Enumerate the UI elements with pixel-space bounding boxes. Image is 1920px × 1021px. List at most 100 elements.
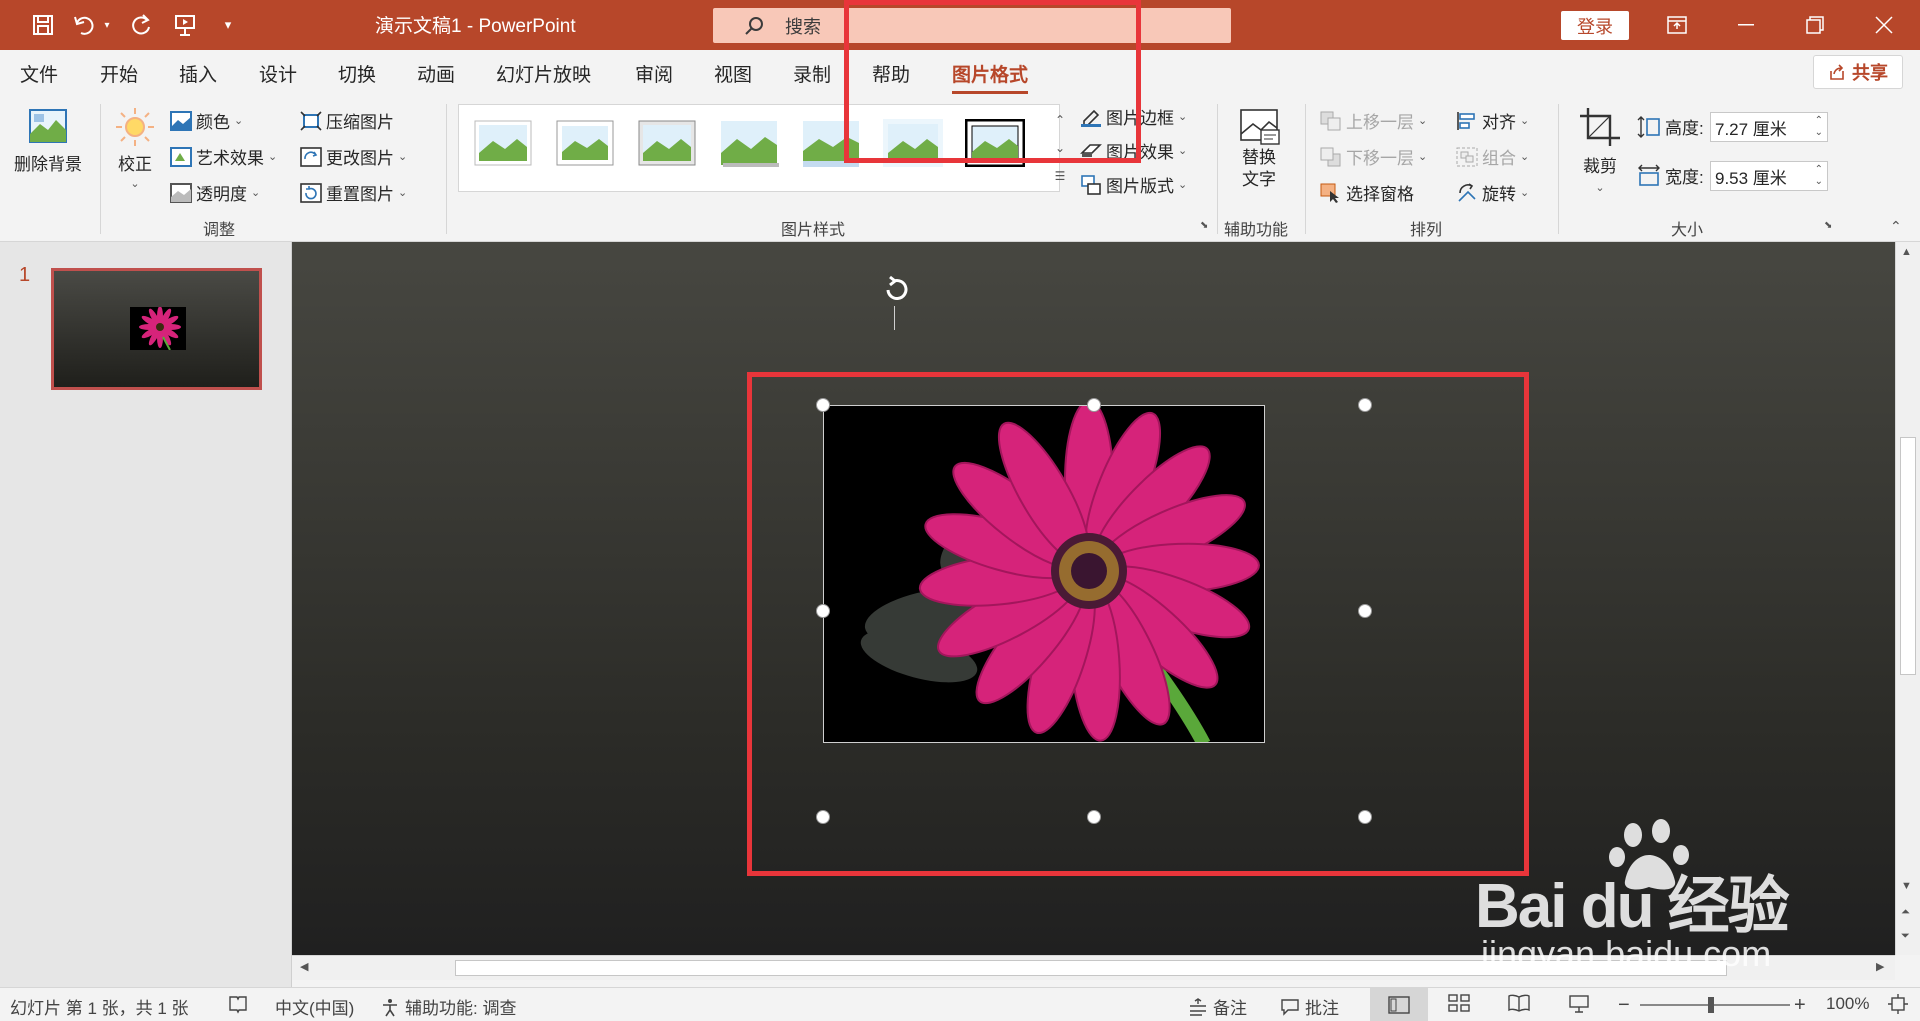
tab-transitions[interactable]: 切换	[338, 60, 376, 87]
width-field[interactable]: 9.53 厘米 ⌃ ⌄	[1710, 161, 1828, 191]
search-input[interactable]: 搜索	[713, 8, 1231, 43]
scroll-right-icon[interactable]: ▶	[1876, 960, 1884, 973]
tab-home[interactable]: 开始	[100, 60, 138, 87]
rotate-button[interactable]: 旋转 ⌄	[1456, 180, 1529, 205]
minimize-icon[interactable]	[1723, 8, 1769, 42]
zoom-slider-thumb[interactable]	[1708, 997, 1714, 1013]
scroll-up-icon[interactable]: ▲	[1901, 246, 1912, 258]
ribbon-display-options-icon[interactable]	[1654, 8, 1700, 42]
picture-effects-button[interactable]: 图片效果 ⌄	[1080, 138, 1187, 163]
language-indicator[interactable]: 中文(中国)	[275, 994, 354, 1019]
tab-animations[interactable]: 动画	[417, 60, 455, 87]
compress-pictures-button[interactable]: 压缩图片	[300, 108, 394, 133]
align-button[interactable]: 对齐 ⌄	[1456, 108, 1529, 133]
scroll-down-icon[interactable]: ▼	[1901, 880, 1912, 892]
resize-handle[interactable]	[1358, 810, 1372, 824]
undo-icon[interactable]	[70, 10, 100, 40]
flower-picture[interactable]	[823, 405, 1265, 743]
collapse-ribbon-icon[interactable]: ⌃	[1890, 218, 1902, 235]
remove-background-button[interactable]: 删除背景	[14, 106, 82, 175]
tab-help[interactable]: 帮助	[872, 60, 910, 87]
picture-styles-gallery[interactable]	[458, 104, 1060, 192]
slide-sorter-view-icon[interactable]	[1448, 994, 1470, 1012]
spellcheck-icon[interactable]	[228, 994, 248, 1014]
share-button[interactable]: 共享	[1813, 55, 1903, 89]
height-label: 高度:	[1665, 119, 1704, 138]
scroll-left-icon[interactable]: ◀	[300, 960, 308, 973]
chevron-down-icon: ⌄	[1418, 151, 1428, 163]
next-slide-icon[interactable]: ⏷	[1901, 930, 1910, 943]
zoom-slider[interactable]	[1640, 1004, 1790, 1006]
close-icon[interactable]	[1861, 8, 1907, 42]
normal-view-button[interactable]	[1370, 988, 1428, 1021]
change-picture-button[interactable]: 更改图片 ⌄	[300, 144, 407, 169]
picture-style-thumbnail[interactable]	[473, 119, 533, 167]
zoom-level[interactable]: 100%	[1826, 994, 1869, 1014]
send-backward-button[interactable]: 下移一层 ⌄	[1320, 144, 1427, 169]
picture-style-thumbnail[interactable]	[637, 119, 697, 167]
redo-icon[interactable]	[126, 10, 156, 40]
tab-record[interactable]: 录制	[793, 60, 831, 87]
gallery-more-icon[interactable]: ☰	[1050, 162, 1070, 190]
resize-handle[interactable]	[816, 398, 830, 412]
tab-picture-format[interactable]: 图片格式	[952, 60, 1029, 94]
tab-view[interactable]: 视图	[714, 60, 752, 87]
picture-style-thumbnail[interactable]	[965, 119, 1025, 167]
resize-handle[interactable]	[1087, 810, 1101, 824]
picture-layout-button[interactable]: 图片版式 ⌄	[1080, 172, 1187, 197]
rotate-handle-icon[interactable]	[880, 274, 912, 306]
group-objects-button[interactable]: 组合 ⌄	[1456, 144, 1529, 169]
save-icon[interactable]	[28, 10, 58, 40]
tab-slideshow[interactable]: 幻灯片放映	[496, 60, 591, 87]
picture-border-button[interactable]: 图片边框 ⌄	[1080, 104, 1187, 129]
previous-slide-icon[interactable]: ⏶	[1901, 906, 1910, 919]
gallery-scroll-down-icon[interactable]: ⌄	[1050, 134, 1070, 162]
color-button[interactable]: 颜色 ⌄	[170, 108, 243, 133]
size-launcher-icon[interactable]: ⬊	[1824, 220, 1832, 231]
tab-design[interactable]: 设计	[259, 60, 297, 87]
resize-handle[interactable]	[816, 810, 830, 824]
corrections-button[interactable]: 校正 ⌄	[114, 106, 156, 190]
alt-text-button[interactable]: 替换 文字	[1237, 108, 1281, 190]
slideshow-view-icon[interactable]	[1568, 994, 1590, 1014]
height-spinner-icon[interactable]: ⌃ ⌄	[1815, 115, 1823, 139]
crop-button[interactable]: 裁剪 ⌄	[1578, 106, 1622, 194]
undo-dropdown-icon[interactable]: ▾	[100, 10, 114, 40]
selection-pane-button[interactable]: 选择窗格	[1320, 180, 1414, 205]
reading-view-icon[interactable]	[1508, 994, 1530, 1012]
accessibility-status[interactable]: 辅助功能: 调查	[380, 994, 516, 1019]
vertical-scroll-thumb[interactable]	[1900, 437, 1916, 675]
tab-review[interactable]: 审阅	[635, 60, 673, 87]
zoom-out-icon[interactable]: −	[1618, 994, 1630, 1017]
bring-forward-button[interactable]: 上移一层 ⌄	[1320, 108, 1427, 133]
zoom-in-icon[interactable]: +	[1794, 994, 1806, 1017]
tab-insert[interactable]: 插入	[179, 60, 217, 87]
picture-style-thumbnail[interactable]	[719, 119, 779, 167]
present-from-start-icon[interactable]	[170, 10, 200, 40]
picture-style-thumbnail[interactable]	[883, 119, 943, 167]
notes-button[interactable]: 备注	[1188, 994, 1247, 1019]
ribbon: 删除背景 校正 ⌄ 颜色 ⌄ 艺术效果 ⌄ 透明度 ⌄ 压缩图片 更改图片 ⌄ 重置图片…	[0, 96, 1920, 242]
height-field[interactable]: 7.27 厘米 ⌃ ⌄	[1710, 112, 1828, 142]
slide-thumbnail[interactable]	[51, 268, 262, 390]
reset-picture-button[interactable]: 重置图片 ⌄	[300, 180, 407, 205]
resize-handle[interactable]	[816, 604, 830, 618]
gallery-scroll-up-icon[interactable]: ⌃	[1050, 106, 1070, 134]
comments-button[interactable]: 批注	[1280, 994, 1339, 1019]
artistic-effects-button[interactable]: 艺术效果 ⌄	[170, 144, 277, 169]
tab-file[interactable]: 文件	[20, 60, 58, 87]
resize-handle[interactable]	[1087, 398, 1101, 412]
transparency-button[interactable]: 透明度 ⌄	[170, 180, 260, 205]
fit-to-window-icon[interactable]	[1888, 994, 1908, 1014]
format-picture-launcher-icon[interactable]: ⬊	[1200, 220, 1208, 231]
resize-handle[interactable]	[1358, 398, 1372, 412]
picture-border-label: 图片边框	[1106, 109, 1174, 128]
restore-icon[interactable]	[1792, 8, 1838, 42]
login-button[interactable]: 登录	[1561, 11, 1629, 40]
resize-handle[interactable]	[1358, 604, 1372, 618]
picture-style-thumbnail[interactable]	[555, 119, 615, 167]
customize-toolbar-icon[interactable]: ▾	[218, 10, 238, 40]
vertical-scrollbar[interactable]: ▲ ▼ ⏶ ⏷	[1895, 242, 1920, 955]
width-spinner-icon[interactable]: ⌃ ⌄	[1815, 164, 1823, 188]
picture-style-thumbnail[interactable]	[801, 119, 861, 167]
